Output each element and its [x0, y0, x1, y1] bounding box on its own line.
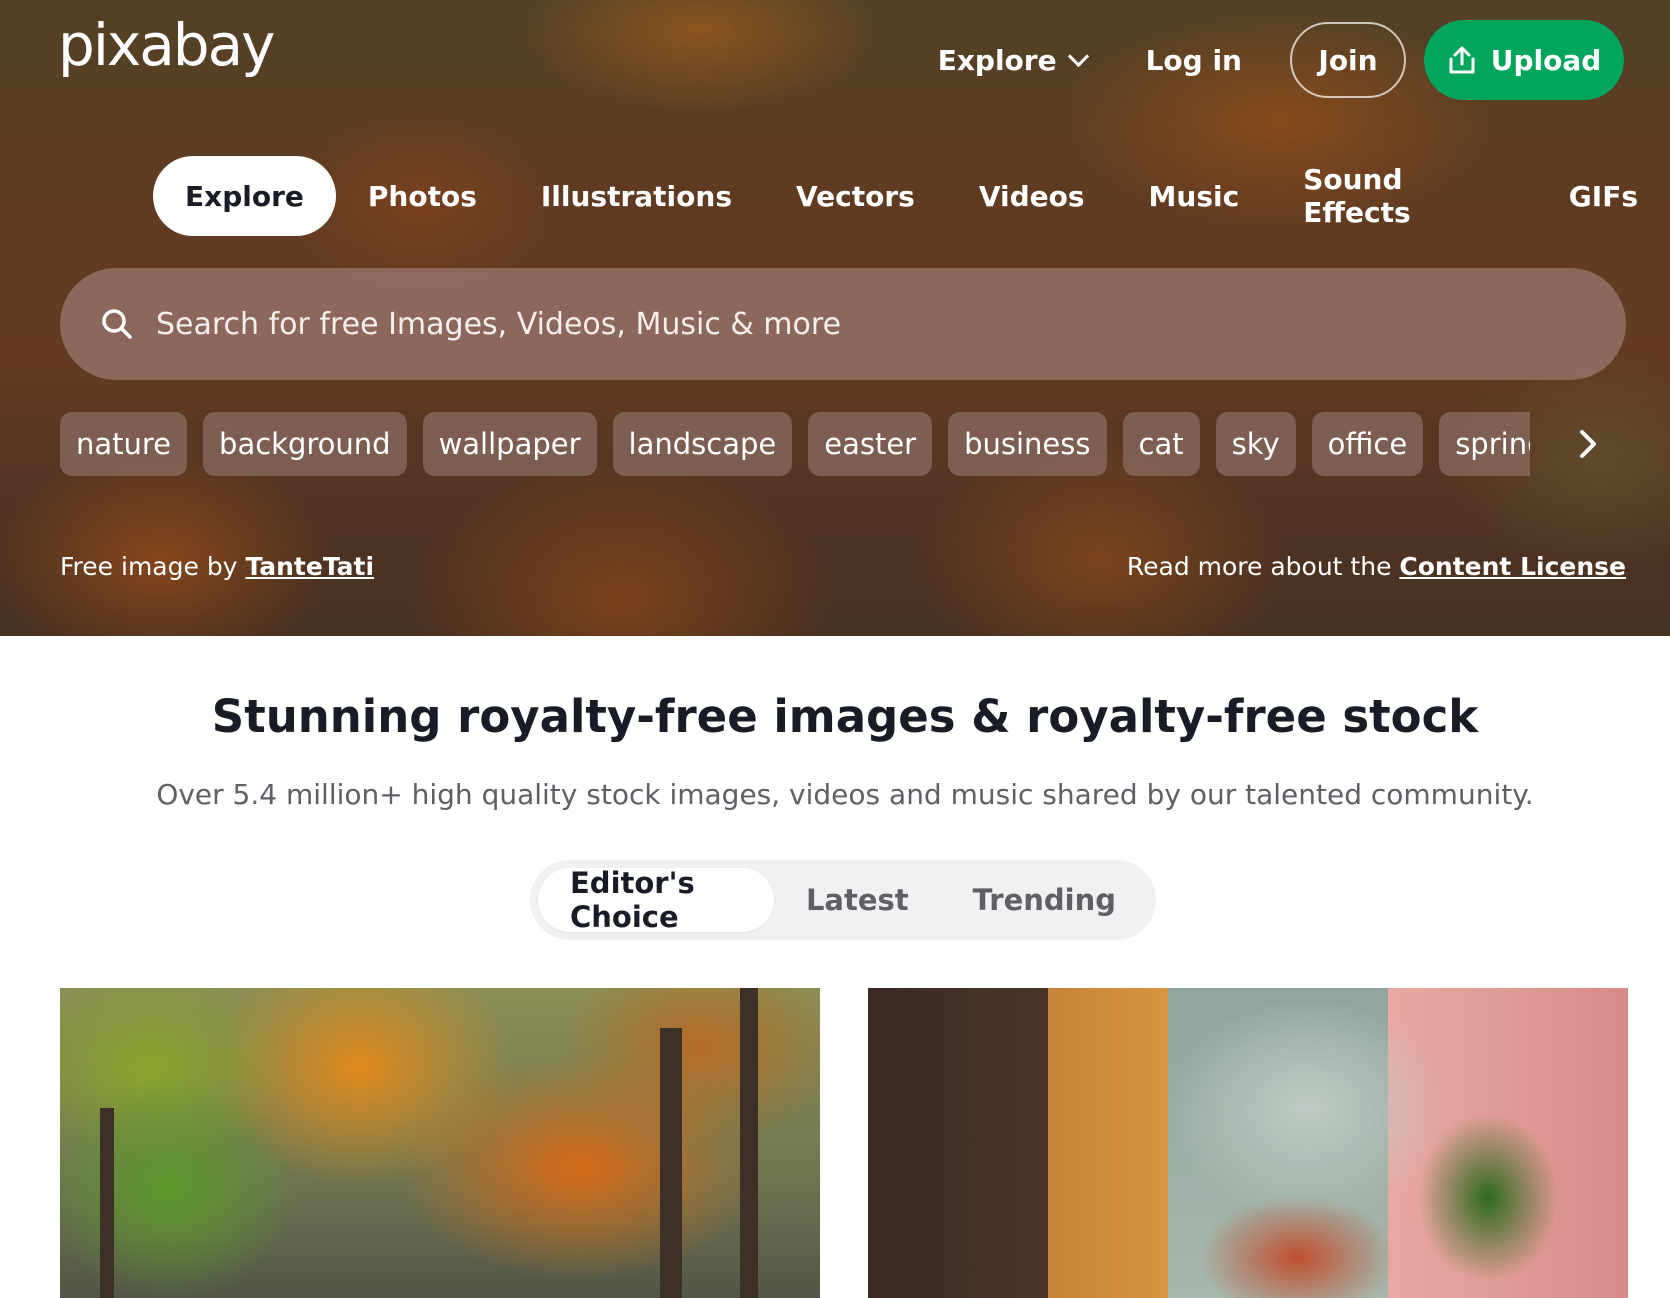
- tab-videos[interactable]: Videos: [947, 156, 1117, 236]
- chip-cat[interactable]: cat: [1122, 412, 1200, 476]
- chip-nature[interactable]: nature: [60, 412, 188, 476]
- image-credit: Free image by TanteTati: [60, 552, 374, 581]
- chip-background[interactable]: background: [203, 412, 407, 476]
- upload-button[interactable]: Upload: [1424, 20, 1624, 100]
- tab-music[interactable]: Music: [1117, 156, 1272, 236]
- search-bar: [60, 268, 1626, 380]
- feed-filter-tabs: Editor's Choice Latest Trending: [530, 860, 1156, 940]
- tree-trunk: [100, 1108, 114, 1298]
- tab-sound-effects[interactable]: Sound Effects: [1271, 156, 1537, 236]
- login-link[interactable]: Log in: [1146, 44, 1242, 77]
- explore-menu[interactable]: Explore: [937, 43, 1089, 77]
- image-card-street[interactable]: [868, 988, 1628, 1298]
- chip-wallpaper[interactable]: wallpaper: [422, 412, 597, 476]
- search-icon[interactable]: [100, 307, 134, 341]
- upload-icon: [1449, 46, 1475, 74]
- tag-chips: nature background wallpaper landscape ea…: [60, 412, 1530, 476]
- chip-spring[interactable]: spring: [1439, 412, 1530, 476]
- chip-easter[interactable]: easter: [808, 412, 933, 476]
- ivy-foliage: [1388, 1058, 1588, 1298]
- tab-trending[interactable]: Trending: [941, 868, 1148, 932]
- tab-explore[interactable]: Explore: [153, 156, 336, 236]
- chip-landscape[interactable]: landscape: [612, 412, 793, 476]
- chip-office[interactable]: office: [1311, 412, 1424, 476]
- tab-vectors[interactable]: Vectors: [764, 156, 947, 236]
- explore-label: Explore: [937, 43, 1057, 77]
- page-subtitle: Over 5.4 million+ high quality stock ima…: [156, 778, 1534, 811]
- tab-gifs[interactable]: GIFs: [1537, 156, 1670, 236]
- chip-sky[interactable]: sky: [1215, 412, 1296, 476]
- tab-editors-choice[interactable]: Editor's Choice: [538, 866, 774, 934]
- license-prefix: Read more about the: [1126, 552, 1392, 581]
- tab-photos[interactable]: Photos: [336, 156, 509, 236]
- hero-banner: pixabay Explore Log in Join Upload Explo…: [0, 0, 1670, 636]
- credit-author-link[interactable]: TanteTati: [245, 552, 374, 581]
- chevron-right-icon[interactable]: [1570, 424, 1606, 464]
- tab-illustrations[interactable]: Illustrations: [509, 156, 764, 236]
- join-button[interactable]: Join: [1290, 22, 1406, 98]
- chip-business[interactable]: business: [948, 412, 1107, 476]
- chevron-down-icon: [1067, 45, 1089, 67]
- tab-latest[interactable]: Latest: [774, 868, 941, 932]
- search-input[interactable]: [154, 305, 1458, 343]
- media-type-tabs: Explore Photos Illustrations Vectors Vid…: [153, 156, 1670, 236]
- page-title: Stunning royalty-free images & royalty-f…: [211, 690, 1479, 743]
- pixabay-logo[interactable]: pixabay: [58, 16, 275, 74]
- license-note: Read more about the Content License: [1127, 552, 1626, 581]
- content-license-link[interactable]: Content License: [1399, 552, 1626, 581]
- tree-trunk: [740, 988, 758, 1298]
- tree-trunk: [660, 1028, 682, 1298]
- image-card-forest[interactable]: [60, 988, 820, 1298]
- upload-label: Upload: [1490, 43, 1602, 77]
- top-nav: Explore Log in Join Upload: [938, 20, 1624, 100]
- credit-prefix: Free image by: [60, 552, 238, 581]
